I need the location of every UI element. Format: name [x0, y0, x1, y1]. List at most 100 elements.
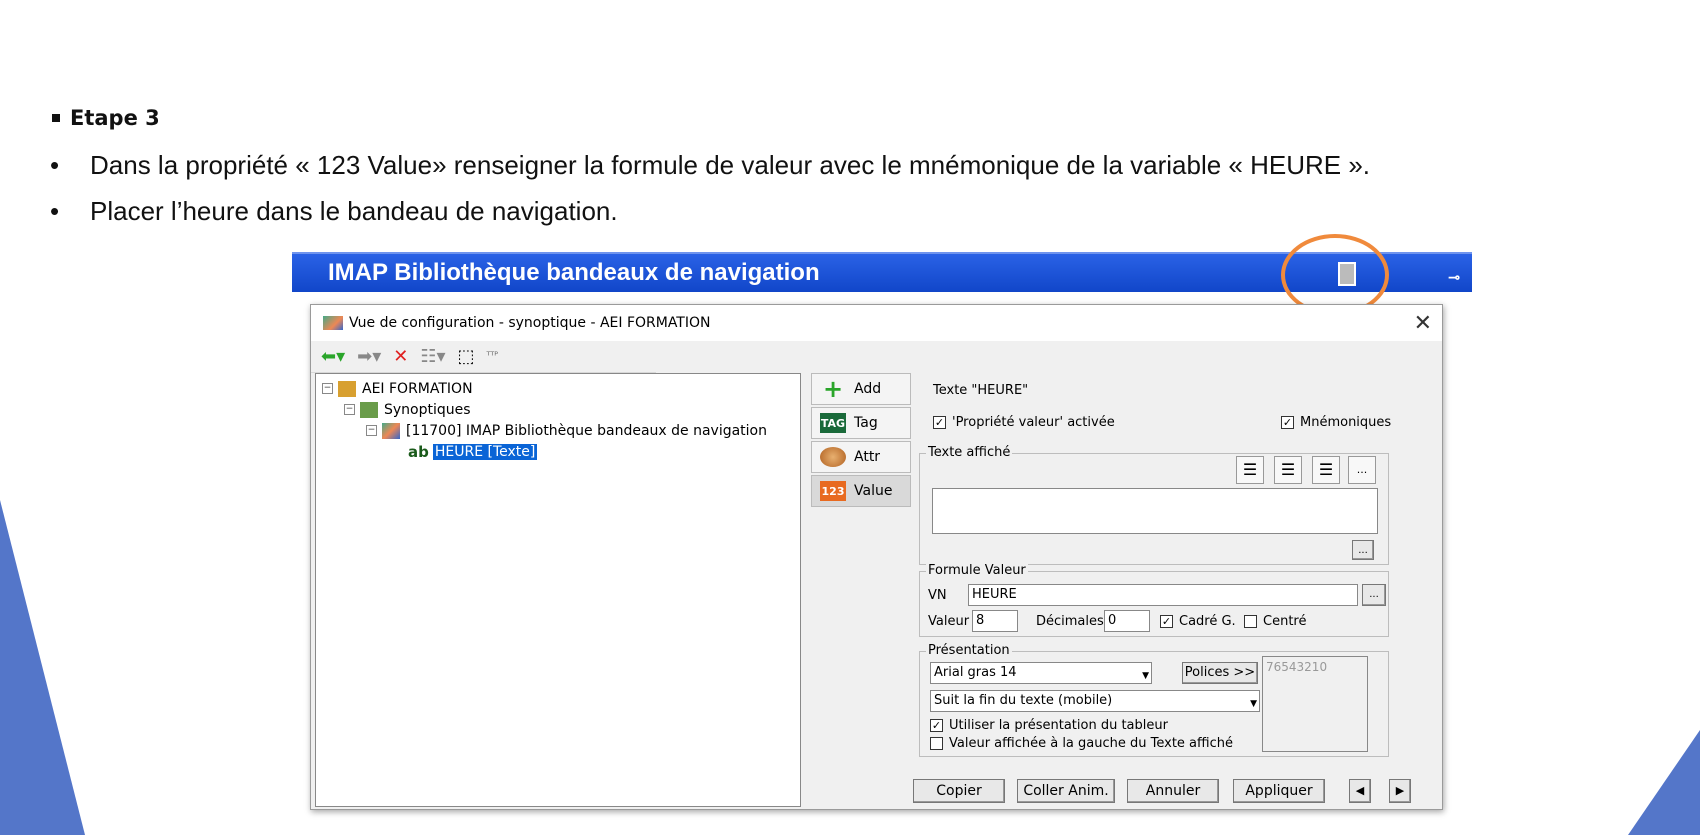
texte-affiche-more-button[interactable]: ...: [1352, 540, 1374, 560]
group-title: Formule Valeur: [926, 563, 1028, 578]
checkbox-label: Valeur affichée à la gauche du Texte aff…: [949, 736, 1233, 751]
step-title: Etape 3: [52, 106, 160, 130]
vn-input[interactable]: HEURE: [968, 584, 1358, 606]
decimales-input[interactable]: 0: [1104, 610, 1150, 632]
tree-item-synoptiques[interactable]: − Synoptiques: [322, 399, 794, 420]
tab-value[interactable]: 123 Value: [811, 475, 911, 507]
plus-icon: +: [822, 375, 844, 403]
checkbox-label: Mnémoniques: [1300, 415, 1392, 430]
value-123-icon: 123: [820, 481, 846, 501]
vn-more-button[interactable]: ...: [1362, 584, 1386, 606]
value-left-checkbox[interactable]: Valeur affichée à la gauche du Texte aff…: [930, 736, 1233, 751]
collapse-icon[interactable]: −: [366, 425, 377, 436]
font-select[interactable]: Arial gras 14 ▼: [930, 662, 1152, 684]
bullet-icon: •: [50, 150, 60, 180]
checkbox-label: Cadré G.: [1179, 614, 1236, 629]
panel-header: Texte "HEURE": [933, 383, 1029, 398]
palette-icon: [820, 447, 846, 467]
text-object-icon: ab: [408, 442, 429, 461]
tag-icon: TAG: [820, 413, 846, 433]
tree-item-label: HEURE [Texte]: [432, 443, 538, 460]
valeur-label: Valeur: [928, 614, 970, 629]
close-icon[interactable]: ✕: [1414, 311, 1432, 336]
texte-affiche-group: Texte affiché ☰ ☰ ☰ ... ...: [919, 445, 1389, 565]
cadre-checkbox[interactable]: ✓ Cadré G.: [1160, 614, 1236, 629]
synoptic-icon: [382, 422, 400, 439]
align-center-icon[interactable]: ☰: [1274, 456, 1302, 484]
tab-label: Tag: [854, 415, 878, 431]
decorative-triangle-left: [0, 500, 85, 835]
annuler-button[interactable]: Annuler: [1127, 779, 1219, 803]
tab-add[interactable]: + Add: [811, 373, 911, 405]
checkbox-checked-icon: ✓: [1160, 615, 1173, 628]
checkbox-unchecked-icon: [930, 737, 943, 750]
checkbox-label: Utiliser la présentation du tableur: [949, 718, 1168, 733]
bullet-text: Dans la propriété « 123 Value» renseigne…: [90, 150, 1371, 180]
configuration-dialog: Vue de configuration - synoptique - AEI …: [310, 304, 1443, 810]
use-table-checkbox[interactable]: ✓ Utiliser la présentation du tableur: [930, 718, 1168, 733]
tab-label: Add: [854, 381, 882, 397]
disabled-tool-icon: ᵀᵀᴾ: [486, 351, 499, 362]
position-select[interactable]: Suit la fin du texte (mobile) ▼: [930, 690, 1260, 712]
font-preview: 76543210: [1262, 656, 1368, 752]
copier-button[interactable]: Copier: [913, 779, 1005, 803]
delete-icon[interactable]: ✕: [393, 346, 408, 367]
pin-icon[interactable]: ⊸: [1448, 258, 1460, 296]
tree-item-synoptic[interactable]: − [11700] IMAP Bibliothèque bandeaux de …: [322, 420, 794, 441]
tab-attr[interactable]: Attr: [811, 441, 911, 473]
square-bullet-icon: [52, 114, 60, 122]
property-tabs: + Add TAG Tag Attr 123 Value: [811, 373, 911, 509]
toolbar: ⬅▾ ➡▾ ✕ ☷▾ ⬚ ᵀᵀᴾ: [311, 341, 656, 373]
align-right-icon[interactable]: ☰: [1312, 456, 1340, 484]
tree-item-heure[interactable]: ab HEURE [Texte]: [322, 441, 794, 462]
collapse-icon[interactable]: −: [344, 404, 355, 415]
decorative-triangle-right: [1628, 730, 1700, 835]
group-title: Présentation: [926, 643, 1012, 658]
dialog-titlebar: Vue de configuration - synoptique - AEI …: [311, 305, 1442, 341]
tree-item-label: Synoptiques: [384, 401, 471, 418]
tab-tag[interactable]: TAG Tag: [811, 407, 911, 439]
banner-title: IMAP Bibliothèque bandeaux de navigation: [328, 259, 820, 286]
centre-checkbox[interactable]: Centré: [1244, 614, 1306, 629]
collapse-icon[interactable]: −: [322, 383, 333, 394]
texte-affiche-input[interactable]: [932, 488, 1378, 534]
back-arrow-icon[interactable]: ⬅▾: [321, 346, 345, 367]
formule-valeur-group: Formule Valeur VN HEURE ... Valeur 8 Déc…: [919, 563, 1389, 637]
app-icon: [323, 316, 343, 330]
mnemoniques-checkbox[interactable]: ✓ Mnémoniques: [1281, 415, 1391, 430]
checkbox-unchecked-icon: [1244, 615, 1257, 628]
presentation-group: Présentation Arial gras 14 ▼ Polices >> …: [919, 643, 1389, 757]
tree-item-label: [11700] IMAP Bibliothèque bandeaux de na…: [406, 422, 767, 439]
select-tool-icon[interactable]: ⬚: [458, 346, 475, 367]
font-select-value: Arial gras 14: [934, 665, 1017, 680]
bullet-item: • Placer l’heure dans le bandeau de navi…: [50, 196, 618, 227]
list-view-icon[interactable]: ☷▾: [420, 346, 445, 367]
forward-arrow-icon[interactable]: ➡▾: [357, 346, 381, 367]
chevron-down-icon: ▼: [1142, 671, 1149, 681]
position-select-value: Suit la fin du texte (mobile): [934, 693, 1113, 708]
prop-value-checkbox[interactable]: ✓ 'Propriété valeur' activée: [933, 415, 1115, 430]
checkbox-checked-icon: ✓: [933, 416, 946, 429]
more-button[interactable]: ...: [1348, 456, 1376, 484]
bullet-item: • Dans la propriété « 123 Value» renseig…: [50, 150, 1370, 181]
project-icon: [338, 380, 356, 397]
valeur-input[interactable]: 8: [972, 610, 1018, 632]
checkbox-label: 'Propriété valeur' activée: [952, 415, 1115, 430]
value-panel: Texte "HEURE" ✓ 'Propriété valeur' activé…: [915, 373, 1431, 771]
group-title: Texte affiché: [926, 445, 1013, 460]
vn-label: VN: [928, 588, 947, 603]
align-left-icon[interactable]: ☰: [1236, 456, 1264, 484]
polices-button[interactable]: Polices >>: [1182, 662, 1258, 684]
tree-item-root[interactable]: − AEI FORMATION: [322, 378, 794, 399]
coller-anim-button[interactable]: Coller Anim.: [1017, 779, 1115, 803]
decimales-label: Décimales: [1036, 614, 1104, 629]
tree-view: − AEI FORMATION − Synoptiques − [11700] …: [315, 373, 801, 807]
bullet-text: Placer l’heure dans le bandeau de naviga…: [90, 196, 618, 226]
next-icon[interactable]: ▶: [1389, 779, 1411, 803]
step-title-text: Etape 3: [70, 106, 160, 130]
chevron-down-icon: ▼: [1250, 699, 1257, 709]
appliquer-button[interactable]: Appliquer: [1233, 779, 1325, 803]
checkbox-checked-icon: ✓: [1281, 416, 1294, 429]
folder-icon: [360, 401, 378, 418]
prev-icon[interactable]: ◀: [1349, 779, 1371, 803]
